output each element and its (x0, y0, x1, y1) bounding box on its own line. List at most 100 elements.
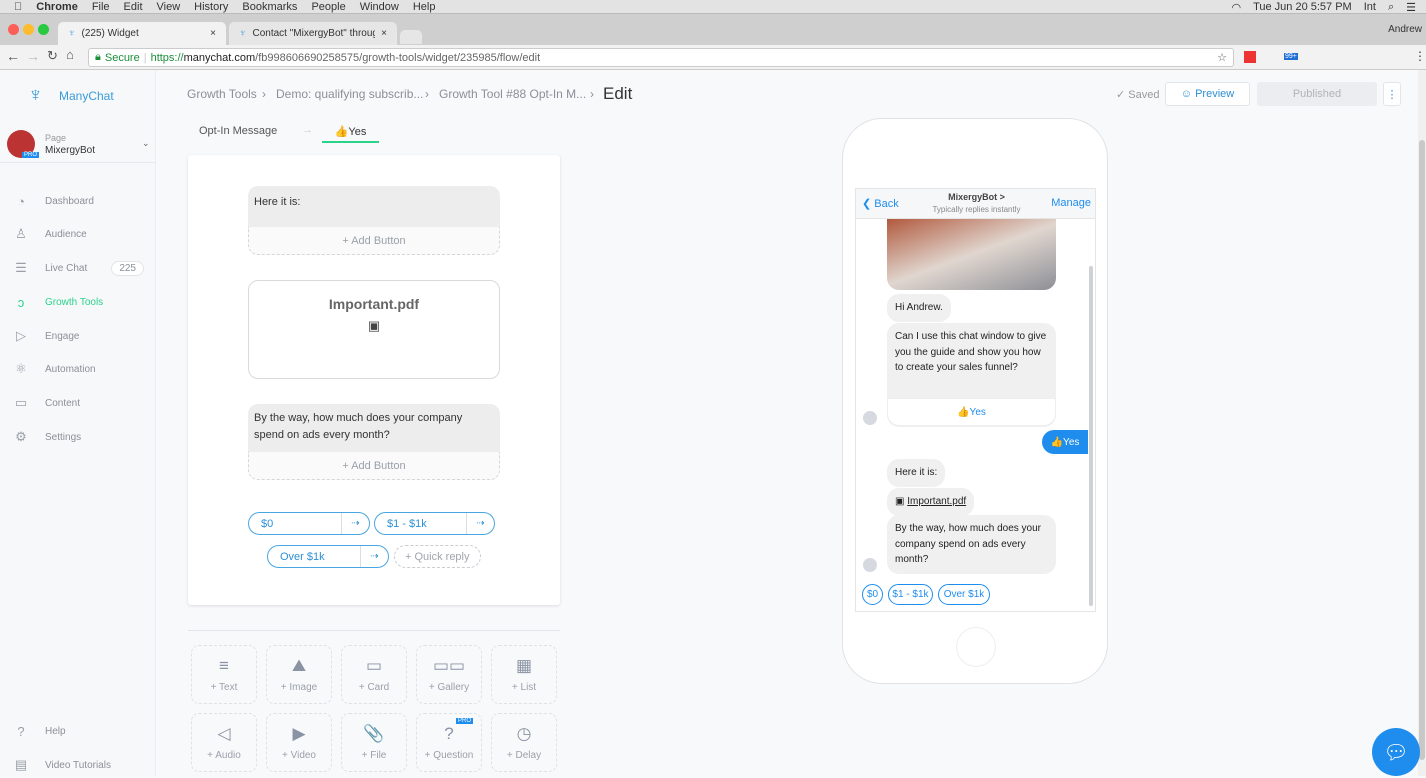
manychat-favicon-icon: ♆ (239, 28, 247, 39)
text-message-block[interactable]: Here it is: (248, 186, 500, 227)
extension-icon[interactable] (1244, 51, 1256, 63)
add-delay-button[interactable]: ◷ + Delay (491, 713, 557, 772)
nav-label: Growth Tools (45, 296, 104, 308)
tab-opt-in-message[interactable]: Opt-In Message (199, 125, 277, 137)
messenger-icon: ☺ (1180, 88, 1196, 100)
new-tab-button[interactable] (400, 30, 422, 44)
manage-link[interactable]: Manage (1051, 197, 1091, 209)
add-file-button[interactable]: 📎 + File (341, 713, 407, 772)
breadcrumb-growth-tools[interactable]: Growth Tools (187, 87, 257, 101)
preview-quick-reply[interactable]: $1 - $1k (888, 584, 933, 605)
add-quick-reply-button[interactable]: + Quick reply (394, 545, 481, 568)
breadcrumb-growth-tool[interactable]: Growth Tool #88 Opt-In M... (439, 87, 586, 101)
published-button[interactable]: Published (1257, 82, 1377, 106)
add-question-button[interactable]: ? + Question PRO (416, 713, 482, 772)
forward-icon[interactable]: → (26, 48, 40, 64)
reload-icon[interactable]: ↻ (47, 48, 58, 64)
sidebar-item-live-chat[interactable]: ☰ Live Chat 225 (0, 255, 156, 281)
minimize-window-button[interactable] (23, 24, 34, 35)
preview-quick-reply[interactable]: $0 (862, 584, 883, 605)
text-message-block[interactable]: By the way, how much does your company s… (248, 404, 500, 452)
preview-quick-reply[interactable]: Over $1k (938, 584, 990, 605)
tab-bar: ♆ (225) Widget × ♆ Contact "MixergyBot" thr… (0, 14, 1426, 45)
add-video-button[interactable]: ▶ + Video (266, 713, 332, 772)
close-tab-icon[interactable]: × (381, 28, 387, 39)
manychat-logo-icon[interactable]: ♆ (28, 84, 43, 107)
add-audio-button[interactable]: ◁ + Audio (191, 713, 257, 772)
add-button[interactable]: + Add Button (248, 227, 500, 255)
menu-help[interactable]: Help (413, 1, 436, 13)
add-text-button[interactable]: ≡ + Text (191, 645, 257, 704)
notification-icon[interactable]: ☰ (1406, 1, 1416, 14)
back-icon[interactable]: ← (6, 48, 20, 64)
file-block[interactable]: Important.pdf ▣ (248, 280, 500, 379)
sidebar-item-growth-tools[interactable]: ↄ Growth Tools (0, 289, 156, 315)
menu-bookmarks[interactable]: Bookmarks (242, 1, 297, 13)
page-switcher[interactable]: PRO Page MixergyBot ⌄ (0, 126, 156, 163)
url-input[interactable]: 🔒︎ Secure | https://manychat.com/fb99860… (88, 48, 1234, 67)
add-gallery-button[interactable]: ▭▭ + Gallery (416, 645, 482, 704)
add-button[interactable]: + Add Button (248, 452, 500, 480)
profile-name[interactable]: Andrew (1388, 24, 1422, 35)
add-image-button[interactable]: ⛰ + Image (266, 645, 332, 704)
sidebar-item-help[interactable]: ? Help (0, 718, 156, 744)
menu-people[interactable]: People (311, 1, 345, 13)
sidebar-item-settings[interactable]: ⚙ Settings (0, 424, 156, 450)
back-button[interactable]: ❮ Back (862, 197, 899, 210)
breadcrumb-widget[interactable]: Demo: qualifying subscrib... (276, 87, 423, 101)
maximize-window-button[interactable] (38, 24, 49, 35)
bookmark-star-icon[interactable]: ☆ (1217, 51, 1227, 64)
extension-badge[interactable]: 99+ (1284, 53, 1298, 60)
scrollbar-thumb[interactable] (1419, 140, 1425, 760)
clock-icon: ◷ (516, 724, 532, 743)
tab-contact[interactable]: ♆ Contact "MixergyBot" through × (229, 22, 397, 45)
sidebar-item-audience[interactable]: ♙ Audience (0, 221, 156, 247)
sidebar-item-engage[interactable]: ▷ Engage (0, 323, 156, 349)
paperclip-icon: 📎 (363, 724, 385, 743)
reply-action-icon[interactable]: ⇢ (341, 513, 369, 534)
reply-action-icon[interactable]: ⇢ (466, 513, 494, 534)
sidebar-item-content[interactable]: ▭ Content (0, 390, 156, 416)
menu-window[interactable]: Window (360, 1, 399, 13)
add-list-button[interactable]: ▦ + List (491, 645, 557, 704)
nav-label: Engage (45, 330, 80, 342)
home-icon[interactable]: ⌂ (66, 47, 74, 62)
menu-edit[interactable]: Edit (124, 1, 143, 13)
menu-app[interactable]: Chrome (36, 1, 78, 13)
apple-icon[interactable]:  (14, 1, 22, 13)
menu-file[interactable]: File (92, 1, 110, 13)
close-window-button[interactable] (8, 24, 19, 35)
tile-label: + Question (424, 750, 474, 761)
clock[interactable]: Tue Jun 20 5:57 PM (1253, 1, 1352, 13)
close-tab-icon[interactable]: × (210, 28, 216, 39)
intercom-chat-button[interactable]: 💬︎ (1372, 728, 1420, 776)
reply-action-icon[interactable]: ⇢ (360, 546, 388, 567)
menu-history[interactable]: History (194, 1, 228, 13)
quick-reply-2[interactable]: Over $1k ⇢ (267, 545, 389, 568)
file-message[interactable]: ▣ Important.pdf (887, 488, 975, 516)
tab-widget[interactable]: ♆ (225) Widget × (58, 22, 226, 45)
sidebar-item-video-tutorials[interactable]: ▤ Video Tutorials (0, 752, 156, 778)
add-card-button[interactable]: ▭ + Card (341, 645, 407, 704)
tab-yes[interactable]: 👍Yes (322, 125, 379, 143)
sidebar-item-automation[interactable]: ⚛ Automation (0, 356, 156, 382)
spotlight-icon[interactable]: ⌕ (1388, 1, 1394, 14)
quick-reply-0[interactable]: $0 ⇢ (248, 512, 370, 535)
tile-label: + Image (280, 682, 318, 693)
tile-label: + Delay (506, 750, 542, 761)
chrome-menu-icon[interactable]: ⋮ (1414, 49, 1426, 63)
wifi-icon[interactable]: ◠ (1231, 1, 1241, 14)
menu-view[interactable]: View (157, 1, 181, 13)
more-options-icon[interactable]: ⋮ (1383, 82, 1401, 106)
yes-button[interactable]: 👍Yes (887, 398, 1056, 426)
input-source[interactable]: Int (1364, 1, 1376, 13)
preview-scrollbar[interactable] (1089, 266, 1093, 606)
quick-reply-1[interactable]: $1 - $1k ⇢ (374, 512, 495, 535)
preview-button[interactable]: ☺ Preview (1165, 82, 1250, 106)
sidebar-item-dashboard[interactable]: ◔ Dashboard (0, 188, 156, 214)
bot-avatar (863, 558, 877, 572)
bot-name[interactable]: MixergyBot > (916, 192, 1037, 203)
page-scrollbar[interactable] (1418, 70, 1426, 776)
film-icon: ▤ (14, 757, 28, 772)
status-area: ◠ Tue Jun 20 5:57 PM Int ⌕ ☰ (1231, 0, 1416, 14)
